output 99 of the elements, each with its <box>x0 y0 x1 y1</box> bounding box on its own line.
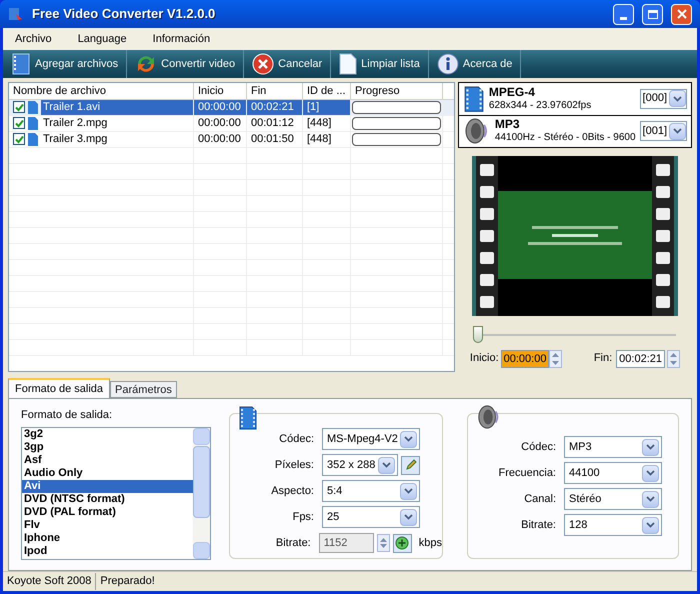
format-item[interactable]: Iphone <box>22 532 193 545</box>
column-header[interactable]: ID de ... <box>303 82 351 99</box>
file-icon <box>28 132 38 146</box>
blank-page-icon <box>339 52 358 75</box>
format-item[interactable]: Audio Only <box>22 466 193 480</box>
start-time-field[interactable]: 00:00:00 <box>500 350 550 368</box>
format-item[interactable]: DVD (NTSC format) <box>22 492 193 506</box>
setting-label: Códec: <box>520 440 557 455</box>
format-item[interactable]: DVD (PAL format) <box>22 506 193 519</box>
table-cell: 00:00:00 <box>194 100 247 115</box>
stream-title: MP3 <box>494 118 521 132</box>
track-dropdown[interactable]: [000] <box>640 88 687 109</box>
row-checkbox[interactable] <box>13 117 25 130</box>
dropdown-field[interactable]: MP3 <box>564 436 662 458</box>
format-item[interactable]: Avi <box>22 480 193 493</box>
file-name: Trailer 2.mpg <box>42 116 108 131</box>
film-strip-icon <box>11 52 31 75</box>
dropdown-field[interactable]: Stéréo <box>564 488 662 510</box>
info-icon <box>436 52 459 75</box>
dropdown-field[interactable]: 352 x 288 <box>322 454 398 476</box>
cancel-icon <box>252 52 274 75</box>
scrollbar[interactable] <box>193 428 210 559</box>
close-button[interactable] <box>671 4 692 24</box>
file-icon <box>28 116 38 130</box>
row-checkbox[interactable] <box>13 101 25 114</box>
file-name: Trailer 3.mpg <box>42 132 108 147</box>
film-document-icon <box>238 406 258 430</box>
unit-label: kbps <box>418 536 442 551</box>
formats-label: Formato de salida: <box>21 408 114 424</box>
table-row[interactable]: Trailer 3.mpg 00:00:00 00:01:50 [448] <box>9 132 454 148</box>
bitrate-field[interactable]: 1152 <box>318 533 374 554</box>
toolbar-button[interactable]: Agregar archivos <box>3 50 128 78</box>
end-label: Fin: <box>594 351 612 366</box>
table-row[interactable]: Trailer 1.avi 00:00:00 00:02:21 [1] <box>9 100 454 116</box>
setting-label: Canal: <box>523 492 557 507</box>
edit-button[interactable] <box>401 456 420 475</box>
slider-thumb[interactable] <box>472 326 483 343</box>
spinner-icon[interactable] <box>667 350 680 368</box>
column-header[interactable]: Nombre de archivo <box>9 82 194 99</box>
format-item[interactable]: Asf <box>22 454 193 467</box>
status-text: Preparado! <box>95 573 159 590</box>
setting-label: Bitrate: <box>520 518 557 533</box>
start-label: Inicio: <box>470 351 499 366</box>
tab[interactable]: Formato de salida <box>8 378 110 398</box>
toolbar-button[interactable]: Cancelar <box>244 50 332 78</box>
tab[interactable]: Parámetros <box>110 381 177 398</box>
maximize-button[interactable] <box>642 4 663 24</box>
dropdown-field[interactable]: 44100 <box>564 462 662 484</box>
dropdown-field[interactable]: MS-Mpeg4-V2 <box>322 428 420 450</box>
format-item[interactable]: 3gp <box>22 440 193 454</box>
file-name: Trailer 1.avi <box>41 100 193 115</box>
toolbar-button[interactable]: Acerca de <box>428 50 522 78</box>
setting-label: Códec: <box>278 432 315 447</box>
toolbar-button[interactable]: Limpiar lista <box>331 50 429 78</box>
dropdown-field[interactable]: 25 <box>322 506 420 528</box>
table-row[interactable]: Trailer 2.mpg 00:00:00 00:01:12 [448] <box>9 116 454 132</box>
table-cell: [448] <box>303 132 351 147</box>
setting-label: Fps: <box>292 510 315 525</box>
column-header[interactable]: Progreso <box>351 82 443 99</box>
spinner-icon[interactable] <box>549 350 562 368</box>
close-icon <box>676 9 686 19</box>
add-button[interactable] <box>392 534 412 553</box>
row-checkbox[interactable] <box>13 133 25 146</box>
setting-label: Bitrate: <box>274 536 312 551</box>
menu-item[interactable]: Archivo <box>11 30 56 48</box>
minimize-button[interactable] <box>613 4 634 24</box>
format-item[interactable]: 3g2 <box>22 428 193 441</box>
stream-title: MPEG-4 <box>488 86 536 99</box>
table-cell: 00:02:21 <box>247 100 303 115</box>
table-cell: [1] <box>303 100 351 115</box>
film-document-icon <box>462 86 485 112</box>
end-time-field[interactable]: 00:02:21 <box>616 350 665 368</box>
status-text: Koyote Soft 2008 <box>6 574 92 590</box>
table-cell: 00:00:00 <box>194 116 247 131</box>
seek-slider[interactable] <box>474 326 676 344</box>
toolbar-button[interactable]: Convertir video <box>127 50 244 78</box>
table-cell: 00:01:12 <box>247 116 303 131</box>
window-title: Free Video Converter V1.2.0.0 <box>32 5 216 24</box>
menu-item[interactable]: Información <box>148 30 214 48</box>
stream-detail: 628x344 - 23.97602fps <box>488 98 592 112</box>
file-icon <box>28 100 38 114</box>
track-dropdown[interactable]: [001] <box>640 121 687 142</box>
dropdown-field[interactable]: 128 <box>564 514 662 536</box>
stream-detail: 44100Hz - Stéréo - 0Bits - 9600 <box>494 131 636 144</box>
table-cell: 00:01:50 <box>247 132 303 147</box>
format-item[interactable]: Ipod <box>22 544 193 558</box>
setting-label: Píxeles: <box>274 458 315 473</box>
column-header[interactable]: Inicio <box>194 82 247 99</box>
table-cell: [448] <box>303 116 351 131</box>
dropdown-field[interactable]: 5:4 <box>322 480 420 502</box>
setting-label: Aspecto: <box>270 484 315 499</box>
menu-item[interactable]: Language <box>74 30 131 48</box>
pencil-icon <box>404 459 416 472</box>
app-icon <box>8 6 24 22</box>
table-cell: 00:00:00 <box>194 132 247 147</box>
column-header[interactable]: Fin <box>247 82 303 99</box>
format-item[interactable]: Flv <box>22 518 193 532</box>
setting-label: Frecuencia: <box>498 466 557 481</box>
plus-circle-icon <box>395 536 410 550</box>
